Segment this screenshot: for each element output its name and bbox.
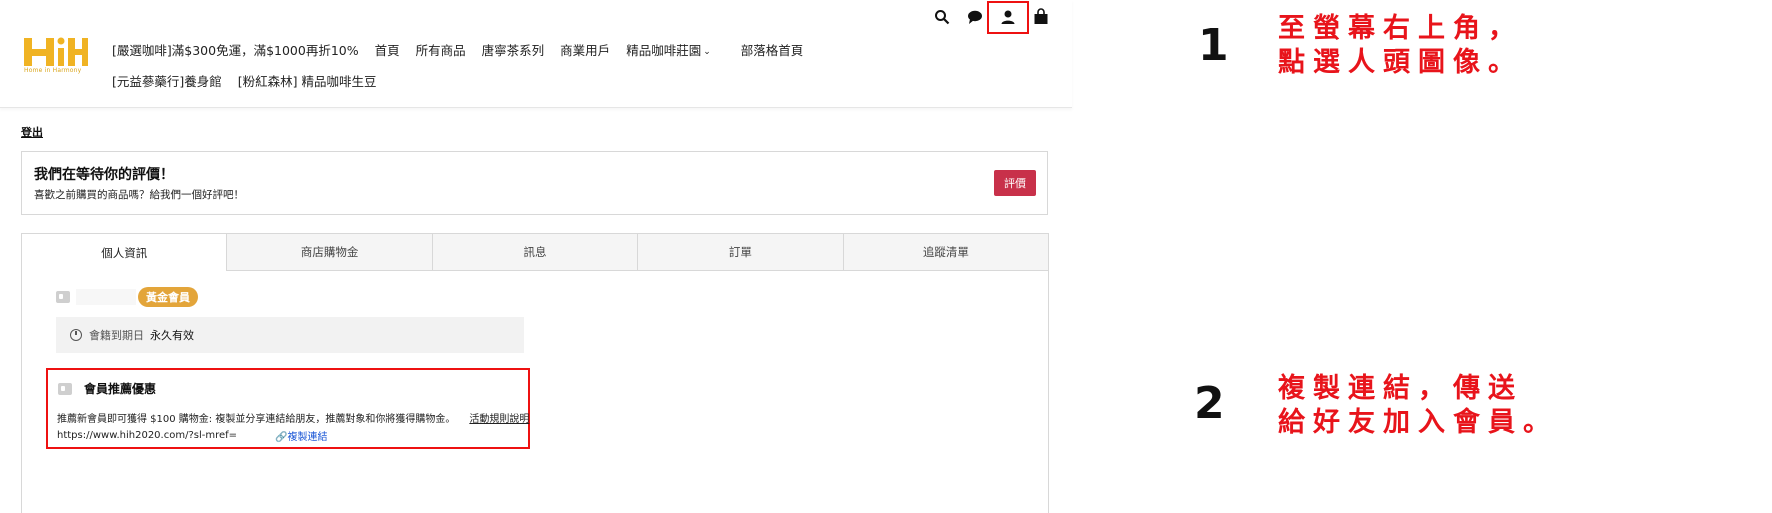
referral-description: 推薦新會員即可獲得 $100 購物金: 複製並分享連結給朋友，推薦對象和你將獲得… (57, 414, 456, 425)
nav-item-specialty-coffee-label: 精品咖啡莊園 (626, 43, 702, 58)
step2-line1: 複製連結，傳送 (1278, 373, 1523, 404)
step2-text: 複製連結，傳送 給好友加入會員。 (1278, 372, 1558, 440)
referral-url[interactable]: https://www.hih2020.com/?sl-mref= (57, 430, 237, 441)
expiry-value: 永久有效 (150, 329, 194, 342)
link-icon: 🔗 (275, 432, 288, 443)
referral-section: 會員推薦優惠 推薦新會員即可獲得 $100 購物金: 複製並分享連結給朋友，推薦… (46, 368, 530, 449)
logo-mark (24, 37, 88, 66)
member-card-icon (56, 291, 70, 303)
review-prompt-box: 我們在等待你的評價！ 喜歡之前購買的商品嗎？給我們一個好評吧！ 評價 (21, 151, 1048, 215)
member-tier-badge: 黃金會員 (138, 287, 198, 307)
nav-item-specialty-coffee-dropdown[interactable]: 精品咖啡莊園 ⌄ (626, 40, 727, 59)
step1-text: 至螢幕右上角， 點選人頭圖像。 (1278, 12, 1523, 80)
search-icon[interactable] (930, 5, 954, 29)
step2-number: 2 (1194, 378, 1225, 429)
referral-description-row: 推薦新會員即可獲得 $100 購物金: 複製並分享連結給朋友，推薦對象和你將獲得… (57, 410, 529, 425)
nav-item-blog-home[interactable]: 部落格首頁 (741, 40, 804, 59)
tab-profile[interactable]: 個人資訊 (22, 234, 227, 271)
nav-item-home[interactable]: 首頁 (375, 40, 400, 59)
review-subtitle: 喜歡之前購買的商品嗎？給我們一個好評吧！ (34, 189, 244, 201)
copy-link-label: 複製連結 (287, 432, 328, 443)
member-name-redacted (76, 289, 136, 305)
site-header: Home in Harmony [嚴選咖啡]滿$300免運，滿$1000再折10… (0, 0, 1072, 108)
step1-line1: 至螢幕右上角， (1278, 13, 1523, 44)
account-tabs: 個人資訊 商店購物金 訊息 訂單 追蹤清單 (22, 234, 1049, 271)
referral-rules-link[interactable]: 活動規則說明 (469, 414, 529, 425)
logout-link[interactable]: 登出 (21, 124, 43, 140)
nav-item-twinings-tea[interactable]: 唐寧茶系列 (482, 40, 545, 59)
step1-number: 1 (1198, 20, 1229, 71)
expiry-label: 會籍到期日 (89, 329, 144, 342)
secondary-nav: [元益蔘藥行]養身館 [粉紅森林] 精品咖啡生豆 (112, 71, 393, 90)
nav-item-business-users[interactable]: 商業用戶 (560, 40, 610, 59)
review-title: 我們在等待你的評價！ (34, 167, 174, 183)
referral-link-row: https://www.hih2020.com/?sl-mref= 🔗複製連結 (57, 428, 328, 443)
tab-wishlist[interactable]: 追蹤清單 (842, 234, 1049, 271)
step2-line2: 給好友加入會員。 (1278, 407, 1558, 438)
account-panel: 個人資訊 商店購物金 訊息 訂單 追蹤清單 黃金會員 會籍到期日 永久有效 會員… (21, 233, 1049, 513)
member-info-row: 黃金會員 (56, 287, 198, 307)
membership-expiry: 會籍到期日 永久有效 (56, 317, 524, 353)
chevron-down-icon: ⌄ (703, 47, 711, 57)
nav-item-herbal-shop[interactable]: [元益蔘藥行]養身館 (112, 71, 222, 90)
nav-item-green-coffee-beans[interactable]: [粉紅森林] 精品咖啡生豆 (238, 71, 377, 90)
nav-item-coffee-promo[interactable]: [嚴選咖啡]滿$300免運，滿$1000再折10% (112, 40, 359, 59)
tab-messages[interactable]: 訊息 (431, 234, 638, 271)
logo-tagline: Home in Harmony (24, 67, 82, 74)
site-logo[interactable]: Home in Harmony (22, 36, 88, 78)
clock-icon (70, 329, 82, 341)
referral-header: 會員推薦優惠 (58, 380, 156, 397)
tab-orders[interactable]: 訂單 (637, 234, 843, 271)
tab-store-credit[interactable]: 商店購物金 (226, 234, 432, 271)
main-nav: [嚴選咖啡]滿$300免運，滿$1000再折10% 首頁 所有商品 唐寧茶系列 … (112, 40, 819, 59)
copy-link-button[interactable]: 🔗複製連結 (275, 428, 327, 443)
referral-title: 會員推薦優惠 (84, 382, 157, 396)
chat-icon[interactable] (963, 5, 987, 29)
nav-item-all-products[interactable]: 所有商品 (416, 40, 466, 59)
shopping-bag-icon[interactable] (1029, 4, 1053, 28)
user-icon-highlight-box (987, 1, 1029, 34)
referral-card-icon (58, 382, 72, 395)
step1-line2: 點選人頭圖像。 (1278, 47, 1523, 78)
review-button[interactable]: 評價 (994, 170, 1036, 196)
